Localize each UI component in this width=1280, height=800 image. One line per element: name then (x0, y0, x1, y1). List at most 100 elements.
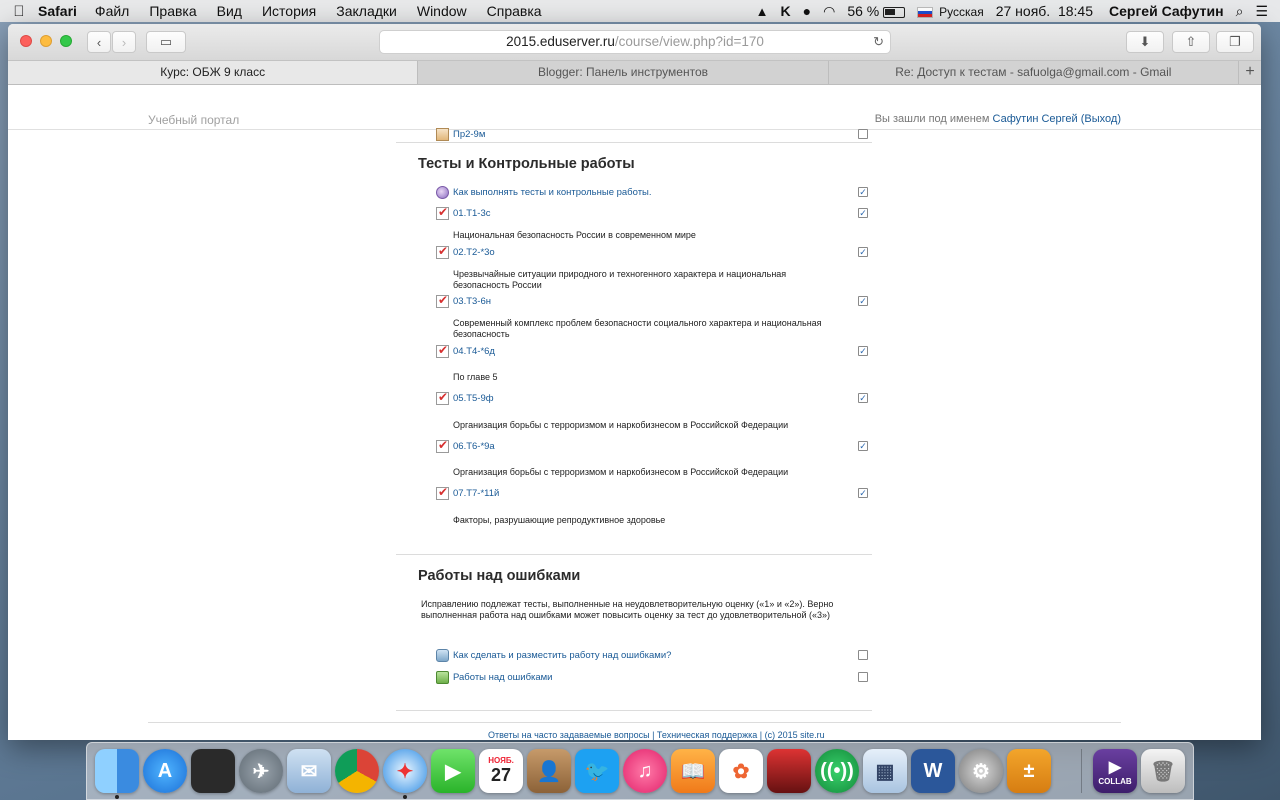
menu-edit[interactable]: Правка (149, 3, 196, 19)
quiz-icon (436, 343, 449, 358)
url-icon (436, 649, 449, 662)
minimize-window-button[interactable] (40, 35, 52, 47)
google-drive-icon[interactable]: ▲ (756, 4, 769, 19)
calendar-month: НОЯБ. (488, 756, 514, 765)
activity-link[interactable]: Как выполнять тесты и контрольные работы… (453, 187, 652, 198)
photo-booth-2-icon[interactable] (767, 749, 811, 793)
forward-button[interactable]: › (112, 31, 136, 53)
safari-icon[interactable]: ✦ (383, 749, 427, 793)
activity-link[interactable]: Пр2-9м (453, 129, 485, 140)
completion-checkbox[interactable]: ✓ (858, 393, 868, 403)
input-source[interactable]: Русская (917, 3, 984, 19)
menu-bookmarks[interactable]: Закладки (336, 3, 397, 19)
launchpad-icon[interactable]: ✈ (239, 749, 283, 793)
completion-checkbox[interactable]: ✓ (858, 346, 868, 356)
quiz-link[interactable]: 02.Т2-*3о (453, 247, 495, 258)
wifi-icon[interactable]: ◠ (823, 3, 835, 20)
logout-link[interactable]: (Выход) (1081, 113, 1121, 125)
notification-center-icon[interactable]: ☰ (1255, 3, 1268, 20)
menu-help[interactable]: Справка (487, 3, 542, 19)
completion-checkbox[interactable] (858, 129, 868, 139)
app-menu[interactable]: Safari (38, 3, 77, 19)
word-icon[interactable]: W (911, 749, 955, 793)
quiz-link[interactable]: 01.Т1-3с (453, 208, 491, 219)
photo-booth-icon[interactable] (191, 749, 235, 793)
apple-menu-icon[interactable]:  (0, 3, 38, 20)
collab-icon[interactable]: ▶ COLLAB (1093, 749, 1137, 793)
activity-link[interactable]: Работы над ошибками (453, 672, 553, 683)
quiz-item: 03.Т3-6н ✓ (436, 293, 868, 311)
airdrop-icon[interactable]: ((•)) (815, 749, 859, 793)
menu-view[interactable]: Вид (217, 3, 242, 19)
user-menu[interactable]: Сергей Сафутин (1109, 3, 1224, 19)
completion-checkbox[interactable] (858, 672, 868, 682)
completion-checkbox[interactable]: ✓ (858, 247, 868, 257)
twitter-icon[interactable]: 🐦 (575, 749, 619, 793)
quiz-item: 04.Т4-*6д ✓ (436, 343, 868, 361)
completion-checkbox[interactable]: ✓ (858, 208, 868, 218)
k-app-icon[interactable]: K (781, 3, 791, 19)
activity-howto-errors: Как сделать и разместить работу над ошиб… (436, 649, 868, 665)
quiz-icon (436, 244, 449, 259)
contacts-icon[interactable]: 👤 (527, 749, 571, 793)
spotlight-icon[interactable]: ⌕ (1236, 3, 1244, 20)
fullscreen-window-button[interactable] (60, 35, 72, 47)
tab-overview-button[interactable]: ❐ (1216, 31, 1254, 53)
preview-icon[interactable]: ▦ (863, 749, 907, 793)
sidebar-button[interactable]: ▭ (146, 31, 186, 53)
tab-course[interactable]: Курс: ОБЖ 9 класс (8, 61, 419, 84)
menu-history[interactable]: История (262, 3, 316, 19)
completion-checkbox[interactable]: ✓ (858, 488, 868, 498)
battery-percent: 56 % (847, 3, 880, 19)
quiz-link[interactable]: 05.Т5-9ф (453, 393, 494, 404)
quiz-link[interactable]: 07.Т7-*11й (453, 488, 499, 499)
app-store-icon[interactable]: A (143, 749, 187, 793)
share-button[interactable]: ⇧ (1172, 31, 1210, 53)
menu-window[interactable]: Window (417, 3, 467, 19)
address-bar[interactable]: 2015.eduserver.ru/course/view.php?id=170… (379, 30, 891, 54)
trash-icon[interactable]: 🗑 (1141, 749, 1185, 793)
clock-date: 27 нояб. (995, 3, 1051, 19)
facetime-icon[interactable]: ▶ (431, 749, 475, 793)
browser-toolbar: ‹ › ▭ 2015.eduserver.ru/course/view.php?… (8, 24, 1261, 61)
mail-icon[interactable]: ✉ (287, 749, 331, 793)
ibooks-icon[interactable]: 📖 (671, 749, 715, 793)
quiz-link[interactable]: 06.Т6-*9а (453, 441, 495, 452)
battery-status[interactable]: 56 % (847, 3, 906, 19)
completion-checkbox[interactable]: ✓ (858, 296, 868, 306)
calendar-icon[interactable]: НОЯБ. 27 (479, 749, 523, 793)
chrome-icon[interactable] (335, 749, 379, 793)
finder-icon[interactable] (95, 749, 139, 793)
page-icon (436, 128, 449, 141)
chevron-left-icon: ‹ (96, 34, 102, 50)
user-profile-link[interactable]: Сафутин Сергей (993, 113, 1078, 125)
calculator-icon[interactable]: ± (1007, 749, 1051, 793)
tab-blogger[interactable]: Blogger: Панель инструментов (418, 61, 829, 84)
collab-arrow-icon: ▶ (1108, 758, 1122, 776)
system-preferences-icon[interactable]: ⚙ (959, 749, 1003, 793)
menu-file[interactable]: Файл (95, 3, 129, 19)
activity-link[interactable]: Как сделать и разместить работу над ошиб… (453, 650, 671, 661)
portal-name[interactable]: Учебный портал (148, 113, 239, 127)
downloads-button[interactable]: ⬇ (1126, 31, 1164, 53)
menu-extra-icon[interactable]: ● (803, 3, 811, 19)
reload-icon[interactable]: ↻ (873, 31, 884, 53)
completion-checkbox[interactable]: ✓ (858, 441, 868, 451)
clock[interactable]: 27 нояб. 18:45 (996, 3, 1093, 19)
footer-links[interactable]: Ответы на часто задаваемые вопросы | Тех… (488, 730, 825, 740)
sidebar-icon: ▭ (159, 34, 173, 49)
quiz-link[interactable]: 03.Т3-6н (453, 296, 491, 307)
itunes-icon[interactable]: ♫ (623, 749, 667, 793)
new-tab-button[interactable]: + (1239, 61, 1261, 84)
clock-time: 18:45 (1057, 3, 1094, 19)
completion-checkbox[interactable]: ✓ (858, 187, 868, 197)
quiz-description: Современный комплекс проблем безопасност… (453, 318, 822, 339)
quiz-link[interactable]: 04.Т4-*6д (453, 346, 495, 357)
tab-gmail[interactable]: Re: Доступ к тестам - safuolga@gmail.com… (829, 61, 1239, 84)
forum-icon (436, 671, 449, 684)
calendar-day: 27 (490, 765, 512, 785)
close-window-button[interactable] (20, 35, 32, 47)
photos-icon[interactable]: ✿ (719, 749, 763, 793)
completion-checkbox[interactable] (858, 650, 868, 660)
back-button[interactable]: ‹ (87, 31, 111, 53)
